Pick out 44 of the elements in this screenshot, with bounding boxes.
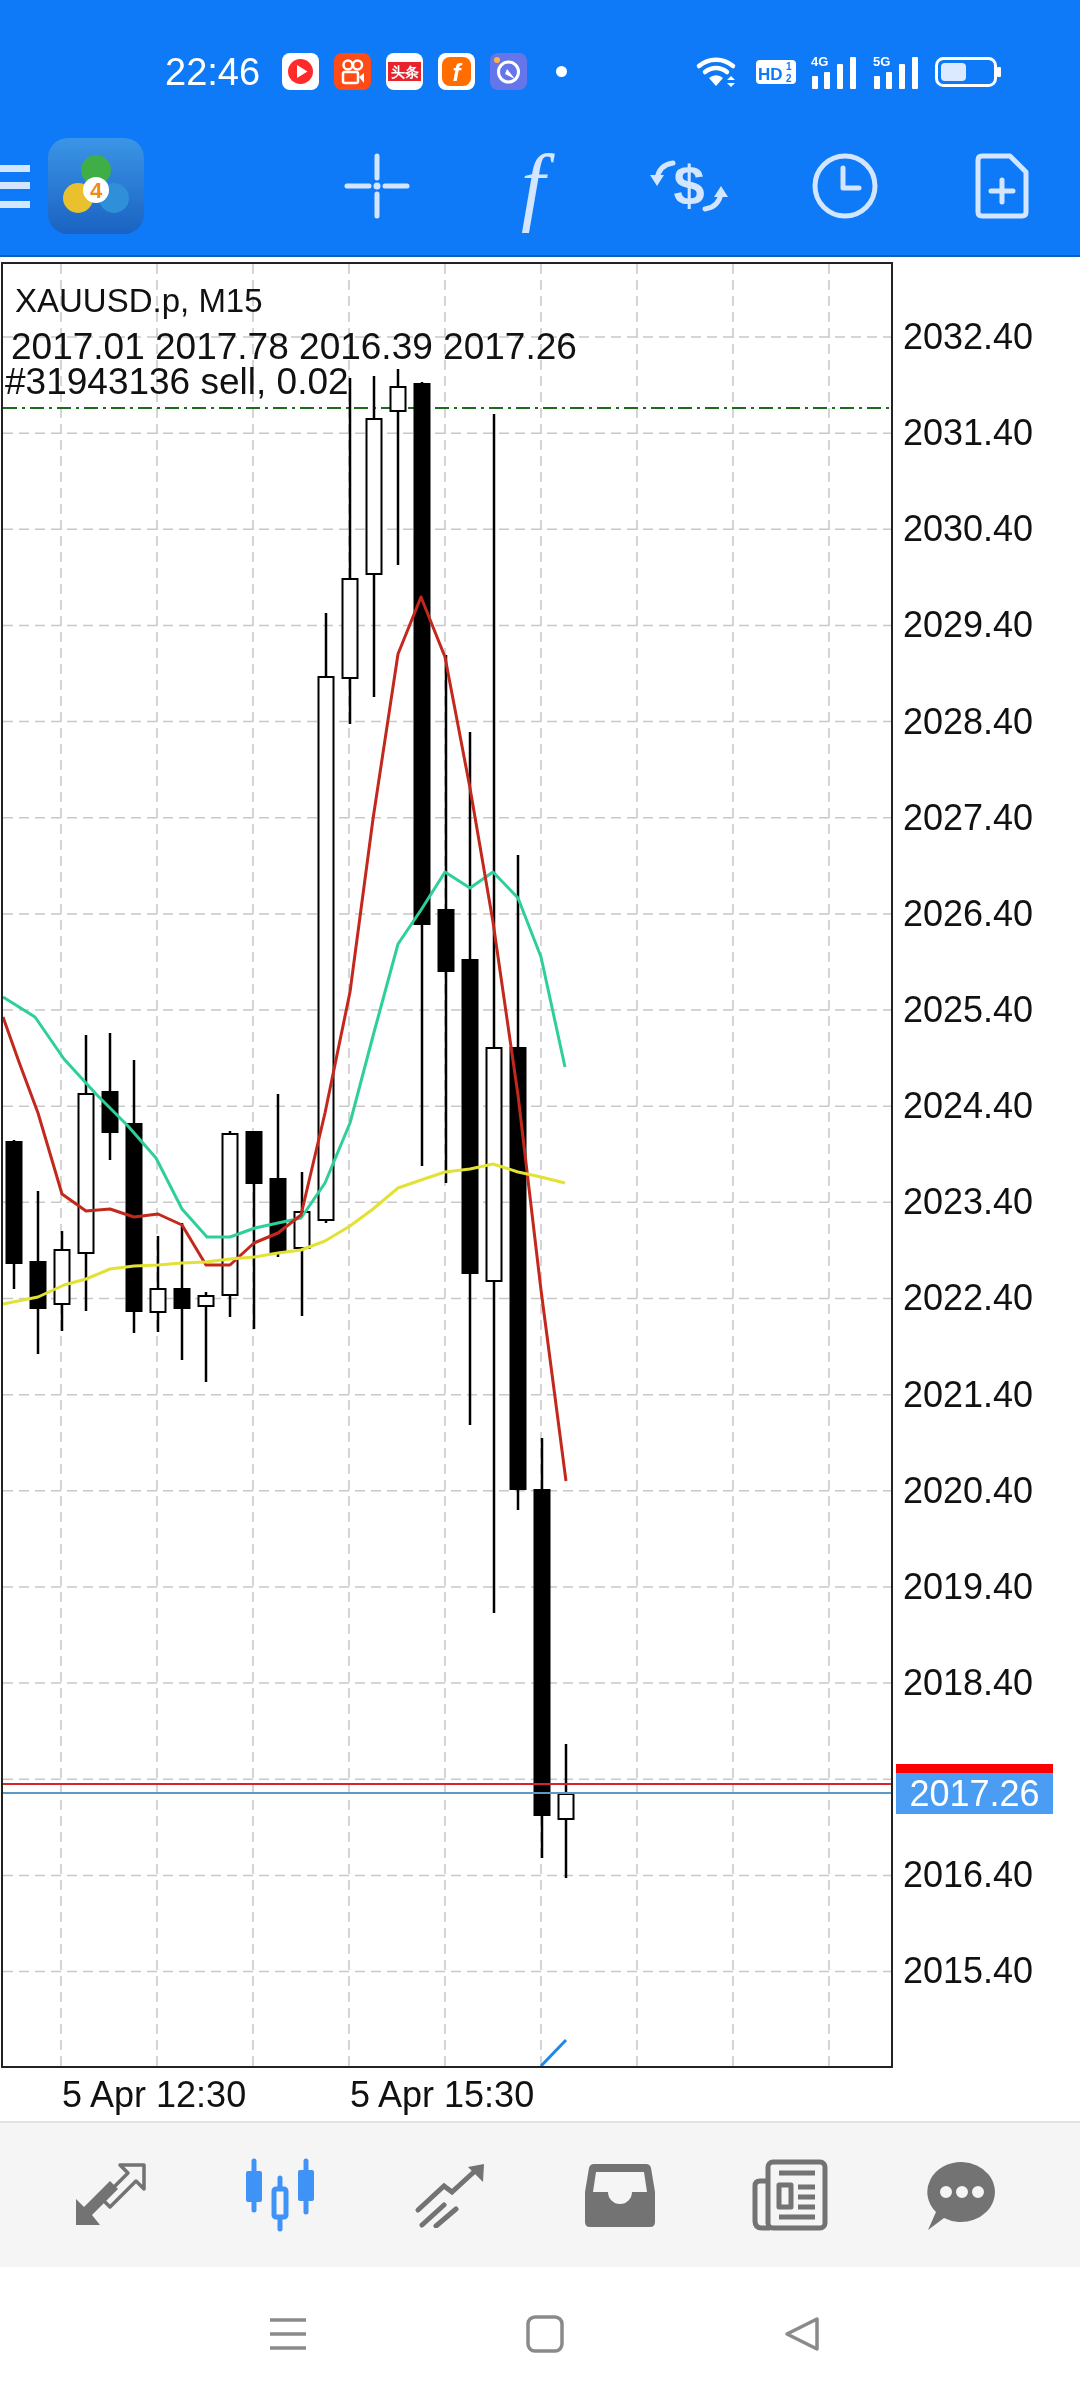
price-axis-label: 2015.40 [903,1953,1034,1990]
clock-icon[interactable] [812,153,878,219]
price-axis-label: 2016.40 [903,1857,1034,1894]
menu-icon[interactable] [0,164,30,208]
price-axis-label: 2020.40 [903,1472,1034,1509]
price-axis-label: 2022.40 [903,1280,1034,1317]
trend-arrow-icon[interactable] [414,2162,486,2228]
candlestick-icon[interactable] [243,2158,317,2232]
dot-icon [556,66,568,77]
symbol-timeframe-label: XAUUSD.p, M15 [15,281,263,321]
status-time: 22:46 [165,52,261,91]
text-tile-icon: 头条 [386,53,424,90]
price-axis-label: 2018.40 [903,1664,1034,1701]
crosshair-icon[interactable] [344,153,410,219]
chat-bubble-icon[interactable] [924,2159,996,2231]
diagonal-line [539,2038,568,2066]
order-label: #31943136 sell, 0.02 [5,364,349,400]
price-axis-label: 2024.40 [903,1088,1034,1125]
back-icon[interactable] [783,2315,820,2352]
letter-tile-icon: f [438,53,476,90]
diagonal-arrows-icon[interactable] [74,2163,146,2227]
price-axis-label: 2025.40 [903,991,1034,1028]
price-axis-label: 2031.40 [903,415,1034,452]
newspaper-icon[interactable] [752,2159,828,2231]
price-axis-label: 2029.40 [903,607,1034,644]
price-axis-label: 2026.40 [903,895,1034,932]
time-axis-label: 5 Apr 12:30 [62,2076,247,2113]
ohlc-values: 2017.01 2017.78 2016.39 2017.26 [11,328,577,366]
price-axis-label: 2023.40 [903,1184,1034,1221]
price-axis-label: 2032.40 [903,318,1034,355]
time-axis-label: 5 Apr 15:30 [350,2076,535,2113]
price-axis-label: 2030.40 [903,511,1034,548]
price-axis-label: 2019.40 [903,1568,1034,1605]
app-logo: 4 [48,138,144,234]
inbox-tray-icon[interactable] [584,2161,656,2229]
bid-price-label: 2017.26 [896,1773,1053,1814]
home-icon[interactable] [525,2314,564,2353]
price-axis-label: 2028.40 [903,703,1034,740]
battery-icon [935,56,1002,87]
recent-apps-icon[interactable] [269,2316,306,2351]
italic-f-icon[interactable]: f [501,134,565,238]
price-axis-label: 2021.40 [903,1376,1034,1413]
new-document-icon[interactable] [973,153,1029,219]
price-axis-label: 2027.40 [903,799,1034,836]
